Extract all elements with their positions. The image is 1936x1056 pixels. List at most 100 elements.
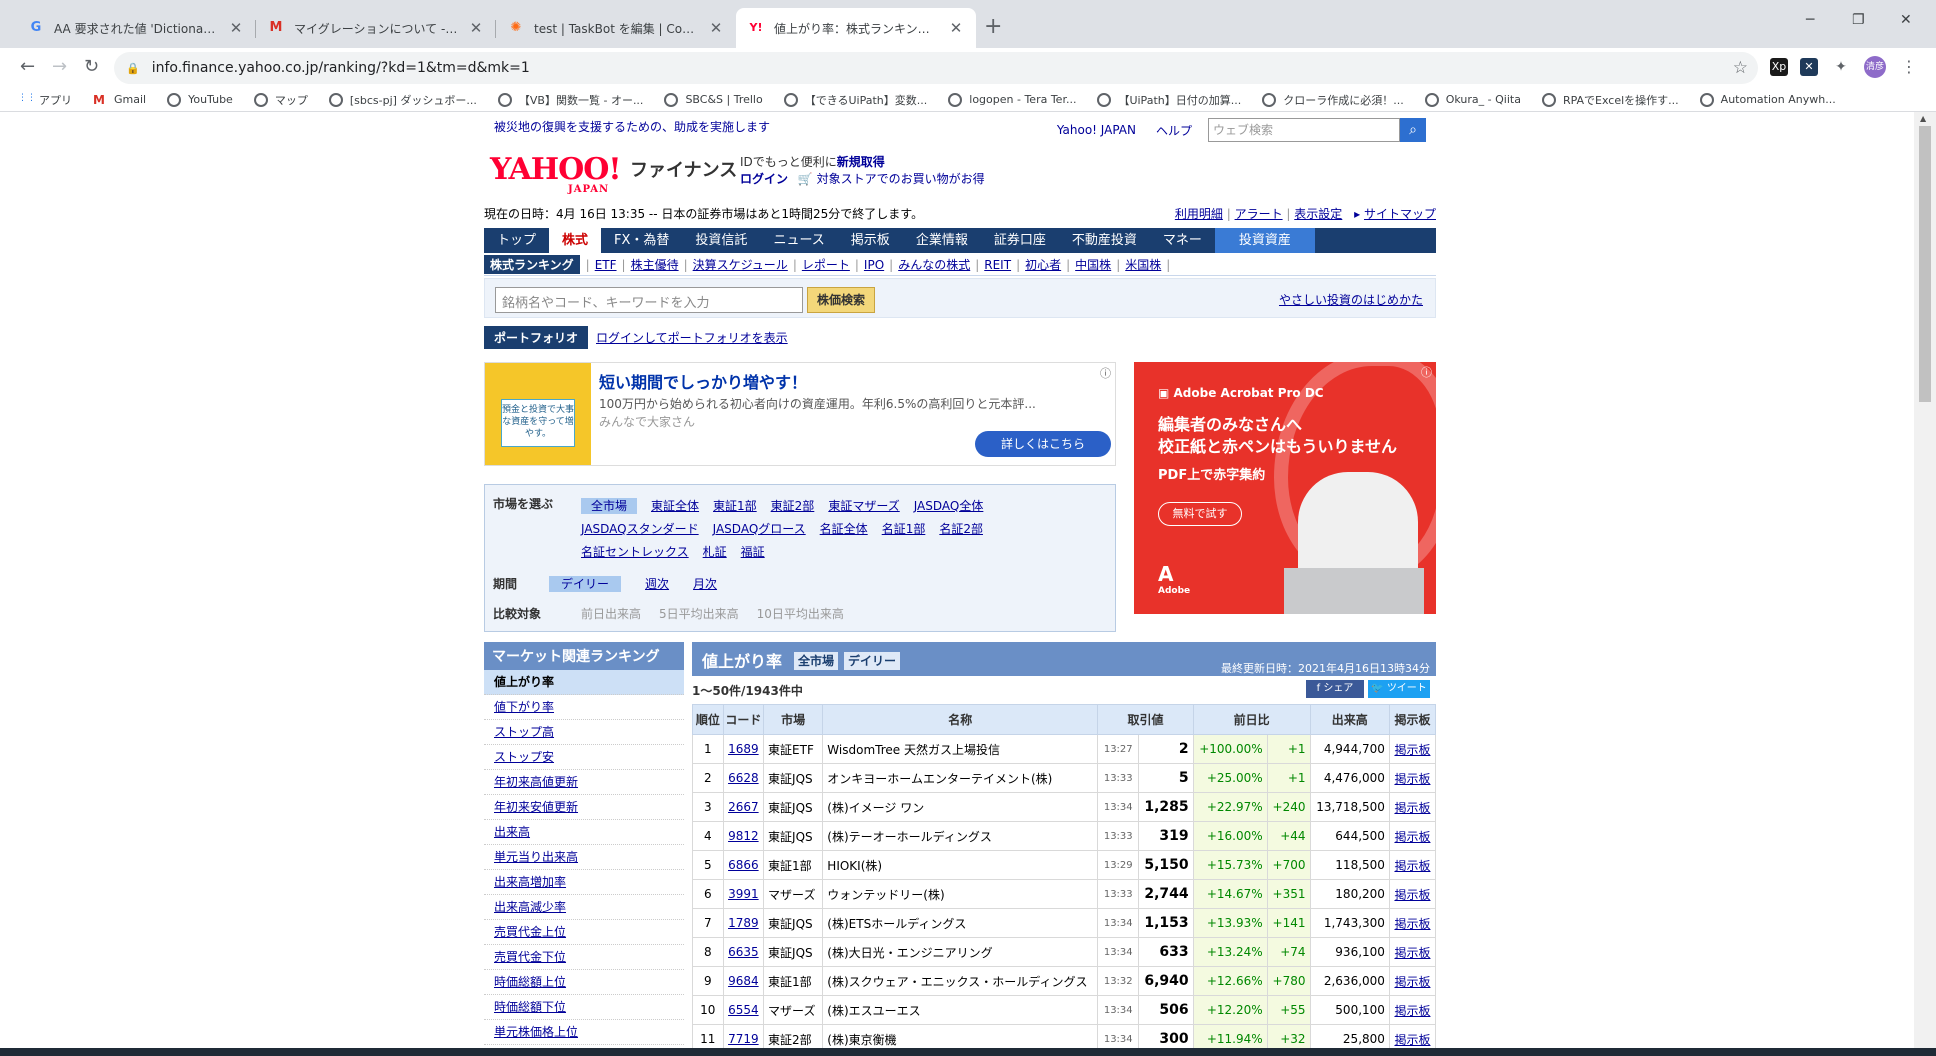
close-tab-icon[interactable]: ✕ [708,19,724,37]
market-option[interactable]: 東証マザーズ [828,499,899,513]
bbs-link[interactable]: 掲示板 [1388,850,1437,880]
ad-info-icon[interactable]: ⓘ [1100,365,1111,381]
yahoo-japan-link[interactable]: Yahoo! JAPAN [1057,123,1136,137]
sidebar-item[interactable]: 値上がり率 [484,670,684,695]
code-link[interactable]: 1789 [722,908,765,938]
xpath-extension-icon[interactable]: Xp [1770,58,1788,76]
ad-detail-button[interactable]: 詳しくはこちら [975,431,1111,457]
profile-avatar[interactable]: 清彦 [1864,56,1886,78]
gnav-item[interactable]: 投資信託 [682,228,760,253]
url-text[interactable]: info.finance.yahoo.co.jp/ranking/?kd=1&t… [152,60,530,76]
subnav-item[interactable]: REIT [979,258,1016,272]
ad-info-icon[interactable]: ⓘ [1421,364,1432,380]
forward-icon[interactable]: → [52,56,67,77]
bookmark-item[interactable]: SBC&S | Trello [664,92,763,107]
new-tab-icon[interactable]: + [984,14,1002,39]
code-link[interactable]: 3991 [722,879,765,909]
code-link[interactable]: 9812 [722,821,765,851]
close-tab-icon[interactable]: ✕ [228,19,244,37]
market-option[interactable]: JASDAQスタンダード [581,522,699,536]
gnav-item[interactable]: 証券口座 [981,228,1059,253]
subnav-item[interactable]: 決算スケジュール [688,256,793,273]
bookmark-item[interactable]: Okura_ - Qiita [1424,92,1521,107]
gnav-item[interactable]: FX・為替 [601,228,682,253]
minimize-icon[interactable]: ─ [1806,12,1814,28]
sidebar-item[interactable]: 出来高 [484,820,684,845]
stock-search-input[interactable]: 銘柄名やコード、キーワードを入力 [495,287,803,313]
ad-title[interactable]: 短い期間でしっかり増やす！ [599,369,807,393]
bookmark-item[interactable]: [sbcs-pj] ダッシュボー... [328,92,477,108]
sidebar-item[interactable]: 時価総額上位 [484,970,684,995]
gnav-item[interactable]: 株式 [549,228,602,253]
maximize-icon[interactable]: ❐ [1852,12,1865,28]
subnav-item[interactable]: レポート [797,256,855,273]
gnav-item[interactable]: ニュース [760,228,837,253]
ad-banner-ooya[interactable]: 預金と投資で大事な資産を守って増やす。 短い期間でしっかり増やす！ 100万円か… [484,362,1116,466]
code-link[interactable]: 6635 [722,937,765,967]
sidebar-item[interactable]: 売買代金上位 [484,920,684,945]
bookmark-star-icon[interactable]: ☆ [1733,58,1748,78]
browser-tab[interactable]: ✺ test | TaskBot を編集 | Control Room ✕ [496,8,736,48]
notice-link[interactable]: 被災地の復興を支援するための、助成を実施します [494,118,770,135]
back-icon[interactable]: ← [20,56,35,77]
bookmark-item[interactable]: RPAでExcelを操作す... [1541,92,1679,108]
alert-link[interactable]: アラート [1235,207,1283,221]
sidebar-item[interactable]: 売買代金下位 [484,945,684,970]
subnav-item[interactable]: ETF [590,258,622,272]
market-option[interactable]: 東証全体 [651,499,699,513]
search-icon[interactable]: ⌕ [1400,118,1426,142]
subnav-item[interactable]: 中国株 [1070,256,1116,273]
sitemap-link[interactable]: サイトマップ [1364,207,1436,221]
subnav-item[interactable]: みんなの株式 [893,256,975,273]
code-link[interactable]: 7719 [722,1024,765,1050]
period-option[interactable]: 月次 [693,577,717,591]
gnav-item[interactable]: 掲示板 [838,228,903,253]
market-option[interactable]: 札証 [703,545,727,559]
sidebar-item[interactable]: 年初来高値更新 [484,770,684,795]
store-link[interactable]: 対象ストアでのお買い物がお得 [817,172,985,186]
gnav-item[interactable]: 投資資産 [1214,228,1315,253]
bookmark-item[interactable]: 【できるUiPath】変数... [783,92,927,108]
market-option[interactable]: 名証全体 [820,522,868,536]
browser-tab[interactable]: G AA 要求された値 'Dictionary' が見つかりません ✕ [16,8,256,48]
sidebar-item[interactable]: 出来高増加率 [484,870,684,895]
ad-try-button[interactable]: 無料で試す [1158,502,1242,526]
sidebar-item[interactable]: ストップ高 [484,720,684,745]
bbs-link[interactable]: 掲示板 [1388,995,1437,1025]
display-settings-link[interactable]: 表示設定 [1294,207,1342,221]
subnav-item[interactable]: IPO [859,258,889,272]
bbs-link[interactable]: 掲示板 [1388,1024,1437,1050]
subnav-item[interactable]: 株主優待 [626,256,684,273]
code-link[interactable]: 1689 [722,734,765,764]
code-link[interactable]: 2667 [722,792,765,822]
bookmark-item[interactable]: マップ [253,92,308,108]
bbs-link[interactable]: 掲示板 [1388,792,1437,822]
market-option[interactable]: 名証2部 [939,522,983,536]
browser-tab[interactable]: M マイグレーションについて - t70.ishizaki ✕ [256,8,496,48]
bookmark-item[interactable]: 【UiPath】日付の加算... [1097,92,1241,108]
gnav-item[interactable]: 企業情報 [903,228,981,253]
period-option[interactable]: 週次 [645,577,669,591]
market-option[interactable]: 全市場 [581,498,638,514]
portfolio-login-link[interactable]: ログインしてポートフォリオを表示 [596,329,788,346]
stock-search-button[interactable]: 株価検索 [807,287,875,313]
facebook-share-button[interactable]: f シェア [1306,680,1364,698]
bbs-link[interactable]: 掲示板 [1388,966,1437,996]
market-option[interactable]: 名証セントレックス [581,545,689,559]
bookmark-item[interactable]: YouTube [167,92,233,107]
bookmark-item[interactable]: ⋮⋮ アプリ [18,92,72,108]
code-link[interactable]: 6554 [722,995,765,1025]
code-link[interactable]: 6866 [722,850,765,880]
reload-icon[interactable]: ↻ [84,56,99,77]
yahoo-logo[interactable]: YAHOO! JAPAN [490,152,622,195]
scrollbar-thumb[interactable] [1919,126,1931,402]
market-option[interactable]: JASDAQグロース [713,522,806,536]
market-option[interactable]: 東証1部 [713,499,757,513]
gnav-item[interactable]: 不動産投資 [1059,228,1150,253]
bbs-link[interactable]: 掲示板 [1388,734,1437,764]
subnav-current[interactable]: 株式ランキング [484,255,580,274]
browser-tab-active[interactable]: Y! 値上がり率：株式ランキング - Yahoo!ファイナンス ✕ [736,8,976,48]
bookmark-item[interactable]: クローラ作成に必須！... [1262,92,1404,108]
bookmark-item[interactable]: 【VB】関数一覧 - オー... [497,92,643,108]
subnav-item[interactable]: 米国株 [1120,256,1166,273]
